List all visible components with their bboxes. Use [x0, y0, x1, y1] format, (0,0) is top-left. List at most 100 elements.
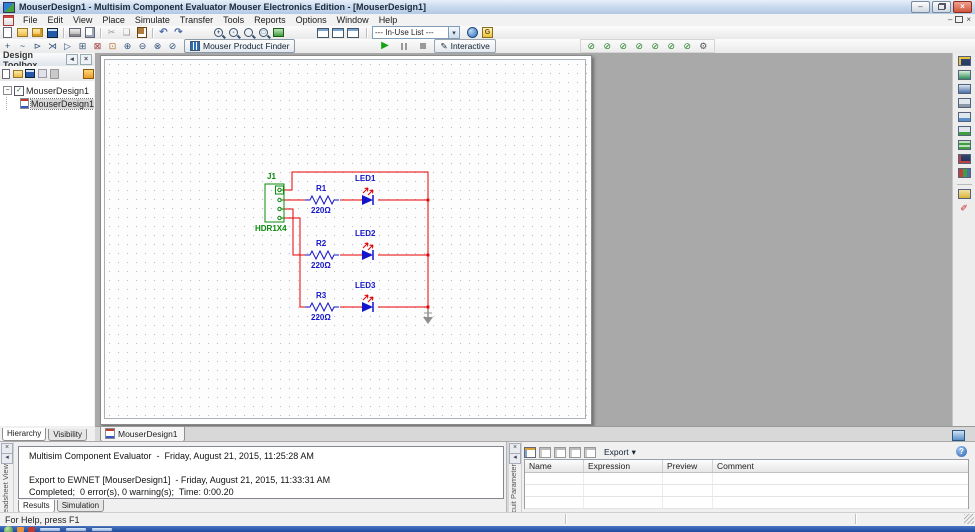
resistor-r1[interactable]	[305, 196, 339, 204]
help-button[interactable]: ?	[956, 446, 967, 457]
open-button[interactable]	[16, 27, 29, 38]
toggle-toolbox-button[interactable]	[346, 27, 359, 38]
taskbar-window-button[interactable]	[39, 527, 61, 532]
resistor-r2-ref[interactable]: R2	[316, 239, 327, 248]
bode-plotter-button[interactable]	[958, 126, 971, 136]
place-cmos-button[interactable]: ⊠	[91, 41, 104, 52]
resistor-r2-value[interactable]: 220Ω	[311, 261, 331, 270]
close-button[interactable]: ×	[953, 1, 972, 13]
open-sample-button[interactable]	[31, 27, 44, 38]
menu-help[interactable]: Help	[374, 14, 403, 26]
menu-transfer[interactable]: Transfer	[175, 14, 218, 26]
tab-strip-icon[interactable]	[952, 430, 965, 441]
fullscreen-button[interactable]	[272, 27, 285, 38]
mdi-close-button[interactable]: ×	[966, 15, 971, 24]
delete-button[interactable]	[48, 68, 60, 79]
interactive-button[interactable]: ✎ Interactive	[434, 39, 495, 53]
toggle-spreadsheet-button[interactable]	[331, 27, 344, 38]
reference-probe-button[interactable]: ⊘	[665, 41, 678, 52]
frequency-counter-button[interactable]	[958, 140, 971, 150]
multimeter-button[interactable]	[958, 56, 971, 66]
menu-simulate[interactable]: Simulate	[130, 14, 175, 26]
grapher-button[interactable]: G	[481, 27, 494, 38]
place-misc-button[interactable]: ⊗	[151, 41, 164, 52]
panel-pin-button[interactable]: ◂	[1, 453, 13, 464]
tree-root-label[interactable]: MouserDesign1	[26, 86, 89, 96]
start-button[interactable]	[4, 526, 13, 532]
taskbar-icon[interactable]	[17, 527, 24, 532]
remove-parameter-button[interactable]	[539, 447, 551, 458]
toggle-grid-button[interactable]	[316, 27, 329, 38]
menu-reports[interactable]: Reports	[249, 14, 291, 26]
four-channel-oscilloscope-button[interactable]	[958, 112, 971, 122]
in-use-list-dropdown[interactable]: --- In-Use List --- ▾	[372, 26, 460, 39]
led3-ref[interactable]: LED3	[355, 281, 376, 290]
connector-part-label[interactable]: HDR1X4	[255, 224, 287, 233]
panel-close-button[interactable]: ×	[80, 54, 92, 65]
dropdown-arrow-icon[interactable]: ▾	[448, 27, 459, 38]
save-design-button[interactable]	[24, 68, 36, 79]
zoom-out-button[interactable]: -	[227, 27, 240, 38]
mdi-minimize-button[interactable]: –	[948, 15, 952, 24]
column-expression[interactable]: Expression	[584, 460, 663, 472]
print-preview-button[interactable]	[83, 27, 96, 38]
print-button[interactable]	[68, 27, 81, 38]
pause-button[interactable]	[397, 41, 410, 52]
close-design-button[interactable]	[36, 68, 48, 79]
taskbar-window-button[interactable]	[65, 527, 87, 532]
place-indicator-button[interactable]: ⊖	[136, 41, 149, 52]
column-name[interactable]: Name	[525, 460, 584, 472]
menu-file[interactable]: File	[18, 14, 43, 26]
resistor-r1-ref[interactable]: R1	[316, 184, 327, 193]
resistor-r1-value[interactable]: 220Ω	[311, 206, 331, 215]
tree-item-root[interactable]: − ✓ MouserDesign1	[0, 84, 94, 97]
measurement-probe-button[interactable]: ✐	[960, 204, 968, 213]
new-button[interactable]	[1, 27, 14, 38]
new-schematic-button[interactable]	[0, 68, 12, 79]
led2-ref[interactable]: LED2	[355, 229, 376, 238]
function-generator-button[interactable]	[958, 70, 971, 80]
power-probe-button[interactable]: ⊘	[617, 41, 630, 52]
resistor-r3-ref[interactable]: R3	[316, 291, 327, 300]
move-down-button[interactable]	[569, 447, 581, 458]
resistor-r3[interactable]	[305, 303, 339, 311]
cut-button[interactable]: ✂	[105, 27, 118, 38]
open-design-button[interactable]	[12, 68, 24, 79]
tree-item-child[interactable]: MouserDesign1	[0, 97, 94, 110]
zoom-in-button[interactable]: +	[212, 27, 225, 38]
table-row[interactable]	[525, 473, 968, 485]
led3-symbol[interactable]	[362, 295, 373, 312]
add-parameter-button[interactable]	[524, 447, 536, 458]
probe-settings-button[interactable]: ⚙	[697, 41, 710, 52]
parameter-probe-button[interactable]: ⊘	[681, 41, 694, 52]
current-probe-button[interactable]: ⊘	[601, 41, 614, 52]
digital-probe-button[interactable]: ⊘	[649, 41, 662, 52]
wire-net[interactable]	[284, 172, 428, 312]
undo-button[interactable]: ↶	[157, 27, 170, 38]
menu-options[interactable]: Options	[291, 14, 332, 26]
led1-symbol[interactable]	[362, 188, 373, 205]
led2-symbol[interactable]	[362, 243, 373, 260]
panel-pin-button[interactable]: ◂	[509, 453, 521, 464]
resistor-r3-value[interactable]: 220Ω	[311, 313, 331, 322]
run-button[interactable]: ▶	[378, 41, 391, 52]
logic-analyzer-button[interactable]	[958, 168, 971, 178]
menu-window[interactable]: Window	[332, 14, 374, 26]
menu-tools[interactable]: Tools	[218, 14, 249, 26]
resistor-r2[interactable]	[305, 251, 339, 259]
copy-button[interactable]: ❏	[120, 27, 133, 38]
paste-button[interactable]	[135, 27, 148, 38]
differential-probe-button[interactable]: ⊘	[633, 41, 646, 52]
mouser-product-finder-button[interactable]: Mouser Product Finder	[184, 39, 295, 53]
place-connector-button[interactable]: ⊘	[166, 41, 179, 52]
redo-button[interactable]: ↷	[172, 27, 185, 38]
connector-j1[interactable]	[265, 184, 284, 222]
voltage-probe-button[interactable]: ⊘	[585, 41, 598, 52]
tab-hierarchy[interactable]: Hierarchy	[2, 428, 46, 441]
move-up-button[interactable]	[554, 447, 566, 458]
led1-ref[interactable]: LED1	[355, 174, 376, 183]
restore-button[interactable]	[932, 1, 951, 13]
taskbar-window-button[interactable]	[91, 527, 113, 532]
export-button[interactable]: Export ▾	[599, 445, 641, 459]
stop-button[interactable]	[416, 41, 429, 52]
